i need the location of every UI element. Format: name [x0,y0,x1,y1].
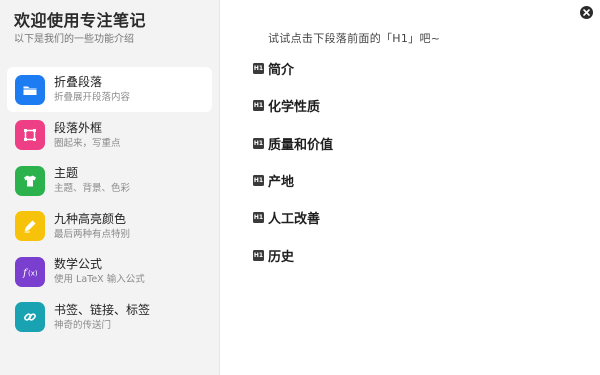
feature-desc: 使用 LaTeX 输入公式 [54,274,145,285]
tshirt-icon [15,165,45,196]
heading-h1[interactable]: H1 产地 [253,171,294,190]
heading-h1[interactable]: H1 化学性质 [253,96,320,115]
h1-badge[interactable]: H1 [253,100,264,111]
heading-text: 历史 [268,250,295,265]
h1-badge[interactable]: H1 [253,63,264,74]
hint-text: 试试点击下段落前面的「H1」吧~ [268,32,441,45]
feature-item-math-formula[interactable]: f (x) 数学公式 使用 LaTeX 输入公式 [7,249,212,294]
heading-text: 简介 [268,63,295,78]
close-button[interactable] [580,6,593,19]
feature-list: 折叠段落 折叠展开段落内容 段落外框 圈起来，写重点 主题 主题、背景、色彩 九… [7,67,212,340]
feature-item-paragraph-frame[interactable]: 段落外框 圈起来，写重点 [7,113,212,158]
svg-text:(x): (x) [28,269,38,277]
feature-item-bookmark-link-tag[interactable]: 书签、链接、标签 神奇的传送门 [7,295,212,340]
folder-icon [15,74,45,105]
heading-text: 质量和价值 [268,138,334,153]
sidebar-header: 欢迎使用专注笔记 以下是我们的一些功能介绍 [0,0,219,46]
feature-title: 折叠段落 [54,75,103,89]
heading-h1[interactable]: H1 质量和价值 [253,134,333,153]
function-icon: f (x) [15,256,45,287]
feature-desc: 神奇的传送门 [54,319,112,331]
link-icon [15,302,45,332]
feature-desc: 主题、背景、色彩 [54,183,131,194]
welcome-title: 欢迎使用专注笔记 [14,11,147,30]
heading-h1[interactable]: H1 简介 [253,59,294,78]
h1-badge[interactable]: H1 [253,138,264,149]
highlighter-icon [15,211,45,241]
feature-item-highlight-colors[interactable]: 九种高亮颜色 最后两种有点特别 [7,204,212,249]
feature-desc: 圈起来，写重点 [54,137,121,149]
close-icon [583,9,590,16]
feature-desc: 最后两种有点特别 [54,228,131,240]
feature-title: 书签、链接、标签 [54,302,151,317]
feature-title: 九种高亮颜色 [54,211,127,226]
heading-text: 产地 [268,175,295,190]
feature-title: 数学公式 [54,257,103,271]
feature-desc: 折叠展开段落内容 [54,92,131,103]
welcome-subtitle: 以下是我们的一些功能介绍 [14,34,134,45]
heading-text: 化学性质 [268,100,321,115]
feature-title: 段落外框 [54,120,103,135]
frame-icon [15,120,45,150]
main-content: 试试点击下段落前面的「H1」吧~ H1 简介 H1 化学性质 H1 质量和价值 … [221,0,600,375]
sidebar: 欢迎使用专注笔记 以下是我们的一些功能介绍 折叠段落 折叠展开段落内容 段落外框… [0,0,220,375]
h1-badge[interactable]: H1 [253,212,264,223]
heading-h1[interactable]: H1 人工改善 [253,208,320,227]
feature-title: 主题 [54,166,79,180]
feature-item-theme[interactable]: 主题 主题、背景、色彩 [7,158,212,203]
h1-badge[interactable]: H1 [253,250,264,261]
heading-h1[interactable]: H1 历史 [253,246,294,265]
feature-item-fold-paragraph[interactable]: 折叠段落 折叠展开段落内容 [7,67,212,112]
heading-text: 人工改善 [268,212,321,227]
h1-badge[interactable]: H1 [253,175,264,186]
